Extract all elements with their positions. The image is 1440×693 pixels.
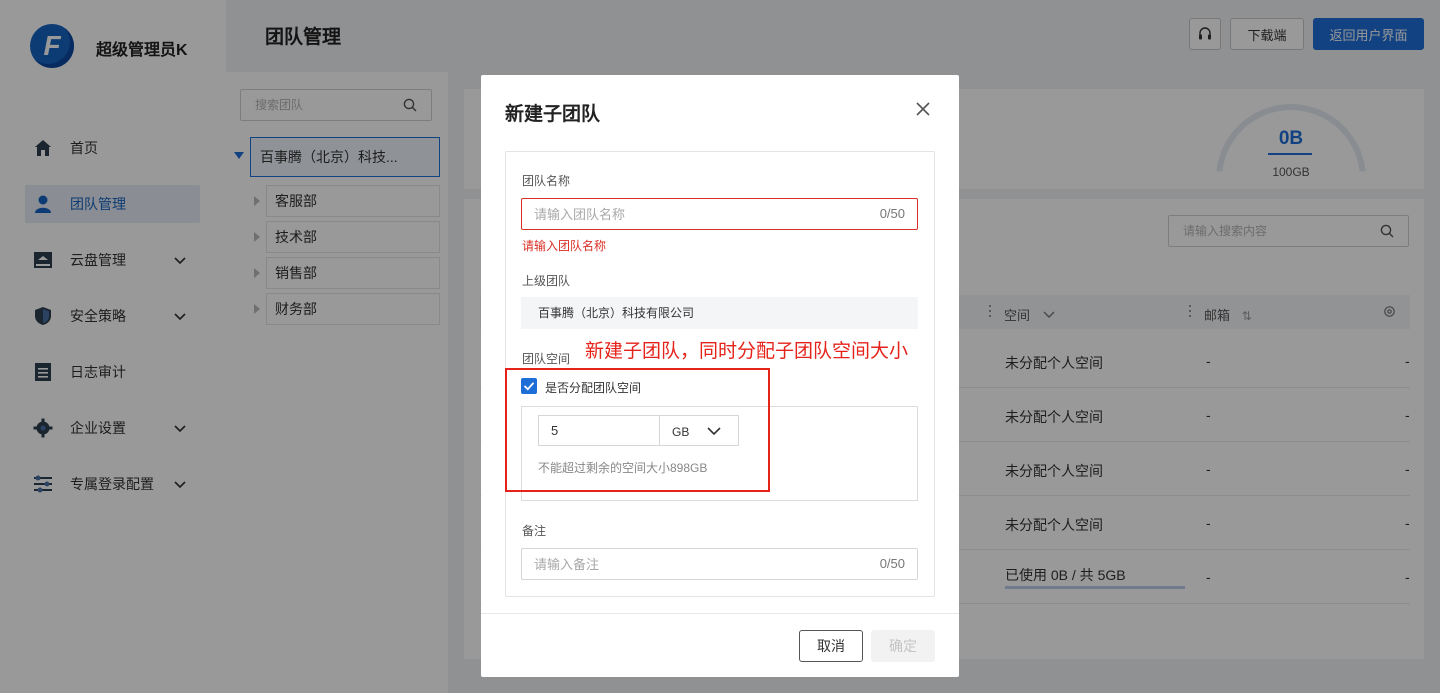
annotation-highlight-box [505, 368, 770, 492]
team-name-field[interactable]: 0/50 [521, 198, 918, 230]
note-input[interactable] [534, 549, 854, 579]
dialog-title: 新建子团队 [505, 104, 601, 125]
annotation-text: 新建子团队，同时分配子团队空间大小 [585, 341, 909, 362]
team-name-label: 团队名称 [522, 174, 571, 188]
team-name-input[interactable] [534, 199, 854, 229]
team-name-error: 请输入团队名称 [522, 239, 607, 253]
cancel-button[interactable]: 取消 [799, 630, 863, 662]
parent-team-value: 百事腾（北京）科技有限公司 [521, 297, 918, 329]
footer-divider [481, 613, 959, 614]
team-space-label: 团队空间 [522, 352, 571, 366]
close-icon[interactable] [914, 100, 932, 118]
note-label: 备注 [522, 524, 547, 538]
note-counter: 0/50 [879, 556, 905, 571]
confirm-button[interactable]: 确定 [871, 630, 935, 662]
parent-team-label: 上级团队 [522, 274, 571, 288]
note-field[interactable]: 0/50 [521, 548, 918, 580]
team-name-counter: 0/50 [879, 206, 905, 221]
